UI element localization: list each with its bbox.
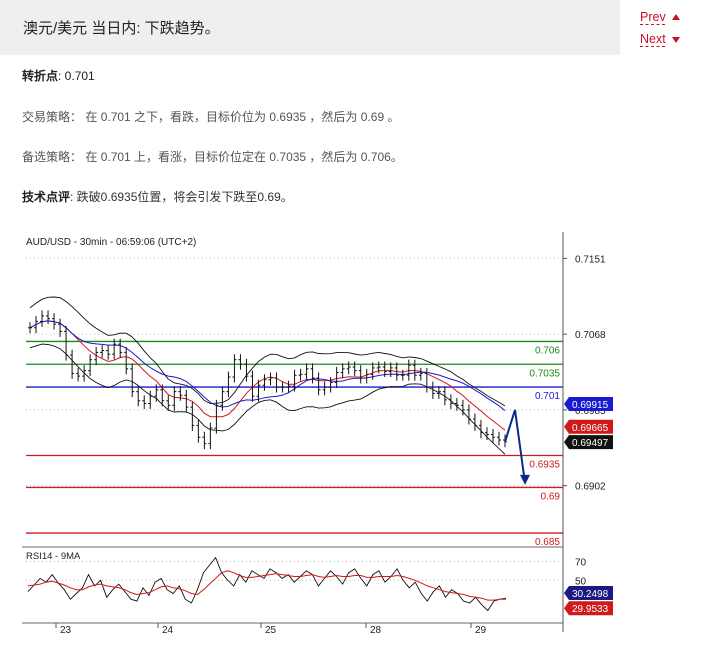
y-tick-label: 0.7151 <box>575 254 606 265</box>
next-link[interactable]: Next <box>640 32 680 47</box>
price-chart: AUD/USD - 30min - 06:59:06 (UTC+2) 0.706… <box>22 232 614 637</box>
rsi-tag-label: 30.2498 <box>572 589 609 600</box>
alt-strategy-text: 在 0.701 上，看涨，目标价位定在 0.7035 ，然后为 0.706。 <box>85 150 403 164</box>
level-label: 0.7035 <box>529 368 560 379</box>
pager: Prev Next <box>640 10 710 54</box>
level-label: 0.6935 <box>529 459 560 470</box>
rsi-tick-label: 70 <box>575 557 587 568</box>
level-label: 0.69 <box>541 491 561 502</box>
rsi-label: RSI14 - 9MA <box>26 551 81 562</box>
strategy-label: 交易策略： <box>22 110 83 124</box>
pivot-value: : 0.701 <box>58 69 95 83</box>
chart-title: AUD/USD - 30min - 06:59:06 (UTC+2) <box>26 237 196 248</box>
level-label: 0.685 <box>535 537 560 548</box>
pivot-line: 转折点: 0.701 <box>22 67 95 84</box>
alt-strategy-line: 备选策略： 在 0.701 上，看涨，目标价位定在 0.7035 ，然后为 0.… <box>22 148 403 165</box>
y-tick-label: 0.6902 <box>575 482 606 493</box>
alt-strategy-label: 备选策略： <box>22 150 83 164</box>
header-bar: 澳元/美元 当日内: 下跌趋势。 <box>0 0 620 55</box>
arrow-up-icon <box>672 14 680 20</box>
level-label: 0.706 <box>535 345 560 356</box>
next-label: Next <box>640 32 666 46</box>
level-label: 0.701 <box>535 391 560 402</box>
price-tag-label: 0.69665 <box>572 423 609 434</box>
comment-label: 技术点评 <box>22 190 71 204</box>
x-tick-label: 24 <box>162 625 174 636</box>
x-tick-label: 28 <box>370 625 382 636</box>
comment-text: : 跌破0.6935位置，将会引发下跌至0.69。 <box>70 190 293 204</box>
price-tag-label: 0.69915 <box>572 400 609 411</box>
pivot-label: 转折点 <box>22 69 59 83</box>
x-tick-label: 25 <box>265 625 277 636</box>
strategy-line: 交易策略： 在 0.701 之下，看跌，目标价位为 0.6935 ，然后为 0.… <box>22 108 399 125</box>
strategy-text: 在 0.701 之下，看跌，目标价位为 0.6935 ，然后为 0.69 。 <box>85 110 400 124</box>
price-tag-label: 0.69497 <box>572 438 609 449</box>
prev-link[interactable]: Prev <box>640 10 680 25</box>
x-tick-label: 23 <box>60 625 72 636</box>
price-tags: 0.69915 0.69665 0.69497 <box>564 396 613 450</box>
rsi-tick-label: 50 <box>575 576 587 587</box>
rsi-tag-label: 29.9533 <box>572 604 609 615</box>
page-title: 澳元/美元 当日内: 下跌趋势。 <box>23 20 220 37</box>
y-tick-label: 0.7068 <box>575 330 606 341</box>
arrow-down-icon <box>672 37 680 43</box>
comment-line: 技术点评: 跌破0.6935位置，将会引发下跌至0.69。 <box>22 188 293 205</box>
x-tick-label: 29 <box>475 625 487 636</box>
prev-label: Prev <box>640 10 666 24</box>
